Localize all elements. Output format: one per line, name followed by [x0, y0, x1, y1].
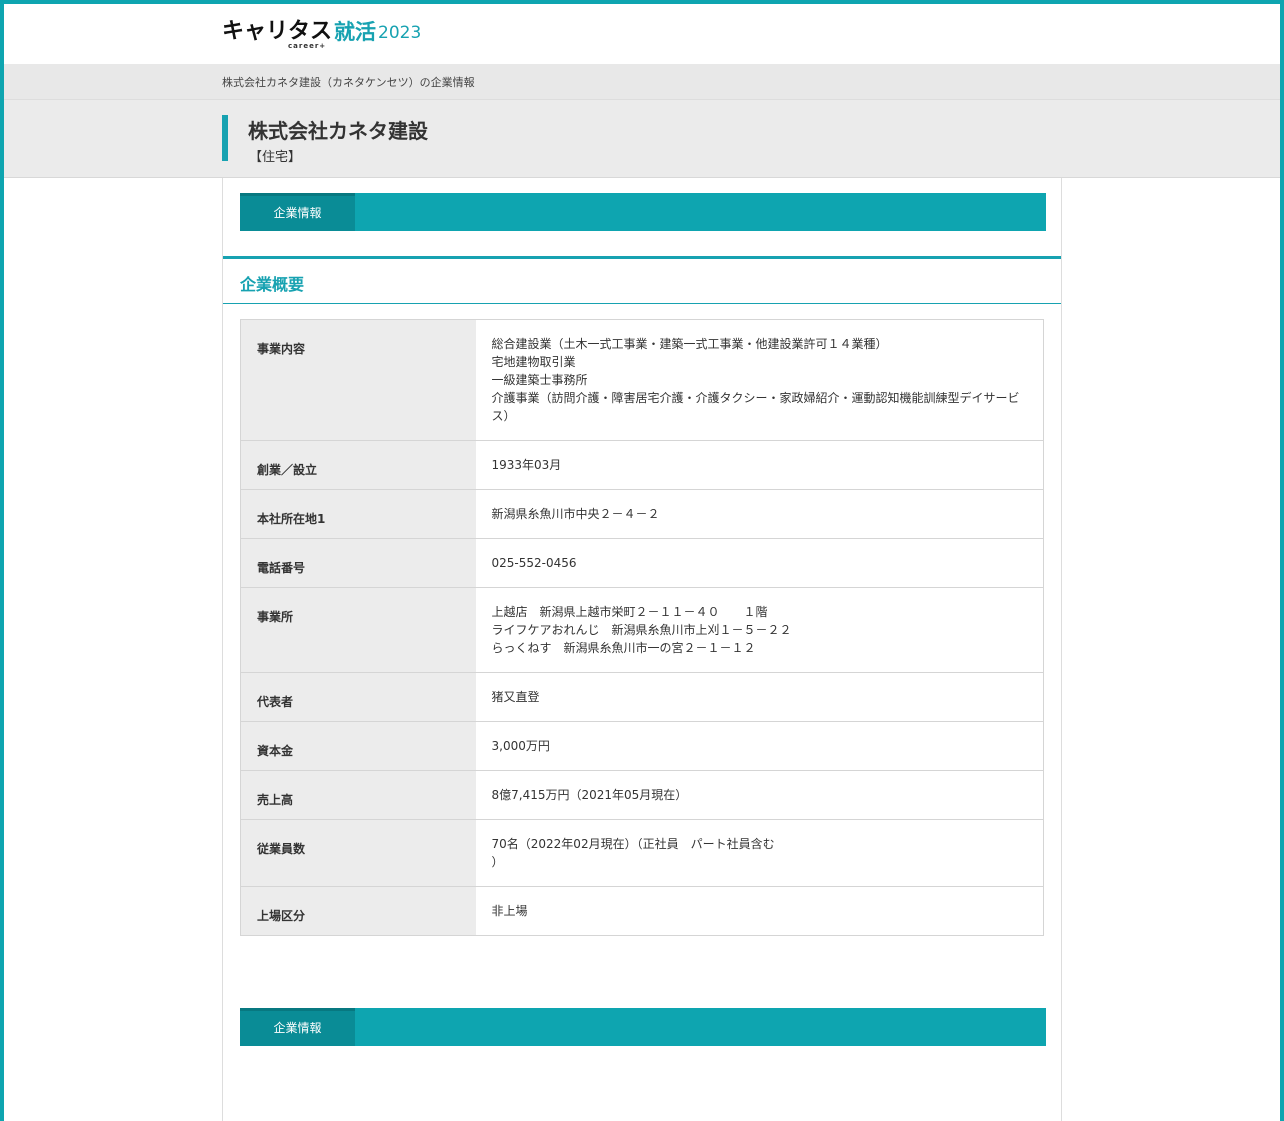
row-value-line: ）: [491, 855, 504, 869]
row-value-line: 総合建設業（土木一式工事業・建築一式工事業・他建設業許可１４業種）: [491, 337, 888, 351]
table-row: 事業内容 総合建設業（土木一式工事業・建築一式工事業・他建設業許可１４業種） 宅地建…: [240, 319, 1044, 441]
logo-year-text: 2023: [378, 23, 422, 43]
row-value: 非上場: [475, 886, 1044, 936]
row-label: 資本金: [240, 721, 476, 771]
table-row: 売上高 8億7,415万円（2021年05月現在）: [240, 770, 1044, 820]
breadcrumb: 株式会社カネタ建設（カネタケンセツ）の企業情報: [222, 76, 475, 89]
row-value-line: 025-552-0456: [491, 556, 577, 570]
row-label: 電話番号: [240, 538, 476, 588]
row-value-line: 猪又直登: [491, 690, 540, 704]
row-value: 8億7,415万円（2021年05月現在）: [475, 770, 1044, 820]
row-value: 上越店 新潟県上越市栄町２－１１－４０ １階ライフケアおれんじ 新潟県糸魚川市上…: [475, 587, 1044, 673]
row-label: 売上高: [240, 770, 476, 820]
row-label: 事業所: [240, 587, 476, 673]
company-title-bar: 株式会社カネタ建設 【住宅】: [4, 100, 1280, 178]
row-value: 1933年03月: [475, 440, 1044, 490]
row-value-line: 上越店 新潟県上越市栄町２－１１－４０ １階: [491, 605, 768, 619]
row-value-line: らっくねす 新潟県糸魚川市一の宮２－１－１２: [491, 641, 756, 655]
row-value-line: 70名（2022年02月現在）（正社員 パート社員含む: [491, 837, 775, 851]
page-title: 株式会社カネタ建設: [248, 119, 428, 143]
row-value: 猪又直登: [475, 672, 1044, 722]
table-row: 本社所在地1 新潟県糸魚川市中央２－４－２: [240, 489, 1044, 539]
row-value-line: 介護事業（訪問介護・障害居宅介護・介護タクシー・家政婦紹介・運動認知機能訓練型デ…: [491, 391, 1020, 405]
site-header: キャリタス 就活 2023 career+: [4, 4, 1280, 64]
logo-accent-text: 就活: [334, 20, 377, 44]
row-value-line: 宅地建物取引業: [491, 355, 576, 369]
row-label: 本社所在地1: [240, 489, 476, 539]
table-row: 従業員数 70名（2022年02月現在）（正社員 パート社員含む ）: [240, 819, 1044, 887]
tab-company-info-bottom[interactable]: 企業情報: [240, 1008, 355, 1046]
row-value-line: 8億7,415万円（2021年05月現在）: [491, 788, 688, 802]
table-row: 資本金 3,000万円: [240, 721, 1044, 771]
tab-bar-bottom: 企業情報: [240, 1008, 1046, 1046]
row-label: 事業内容: [240, 319, 476, 441]
company-info-table: 事業内容 総合建設業（土木一式工事業・建築一式工事業・他建設業許可１４業種） 宅地建…: [240, 319, 1044, 936]
row-value: 新潟県糸魚川市中央２－４－２: [475, 489, 1044, 539]
row-value-line: 1933年03月: [491, 458, 562, 472]
row-value-line: 新潟県糸魚川市中央２－４－２: [491, 507, 660, 521]
tab-company-info[interactable]: 企業情報: [240, 193, 355, 231]
table-row: 創業／設立 1933年03月: [240, 440, 1044, 490]
row-value: 025-552-0456: [475, 538, 1044, 588]
row-value-line: 3,000万円: [491, 739, 550, 753]
row-value-line: 非上場: [491, 904, 528, 918]
tab-bar-top: 企業情報: [240, 193, 1046, 231]
site-logo[interactable]: キャリタス 就活 2023 career+: [222, 18, 421, 52]
row-label: 従業員数: [240, 819, 476, 887]
section-header: 企業概要: [223, 256, 1061, 304]
row-value-line: ス）: [491, 409, 516, 423]
table-row: 事業所 上越店 新潟県上越市栄町２－１１－４０ １階 ライフケアおれんじ 新潟県糸魚…: [240, 587, 1044, 673]
row-label: 上場区分: [240, 886, 476, 936]
industry-label: 【住宅】: [249, 150, 302, 165]
row-label: 創業／設立: [240, 440, 476, 490]
main-content: 企業情報 企業概要 事業内容 総合建設業（土木一式工事業・建築一式工事業・他建設業…: [222, 178, 1062, 1121]
row-value-line: 一級建築士事務所: [491, 373, 588, 387]
title-accent-bar: [222, 115, 228, 161]
table-row: 上場区分 非上場: [240, 886, 1044, 936]
table-row: 電話番号 025-552-0456: [240, 538, 1044, 588]
row-value: 70名（2022年02月現在）（正社員 パート社員含む ）: [475, 819, 1044, 887]
row-value: 総合建設業（土木一式工事業・建築一式工事業・他建設業許可１４業種） 宅地建物取引業…: [475, 319, 1044, 441]
section-title: 企業概要: [240, 275, 305, 294]
row-value: 3,000万円: [475, 721, 1044, 771]
row-value-line: ライフケアおれんじ 新潟県糸魚川市上刈１－５－２２: [491, 623, 792, 637]
logo-sub-text: career+: [288, 42, 327, 50]
table-row: 代表者 猪又直登: [240, 672, 1044, 722]
row-label: 代表者: [240, 672, 476, 722]
breadcrumb-bar: 株式会社カネタ建設（カネタケンセツ）の企業情報: [4, 64, 1280, 100]
